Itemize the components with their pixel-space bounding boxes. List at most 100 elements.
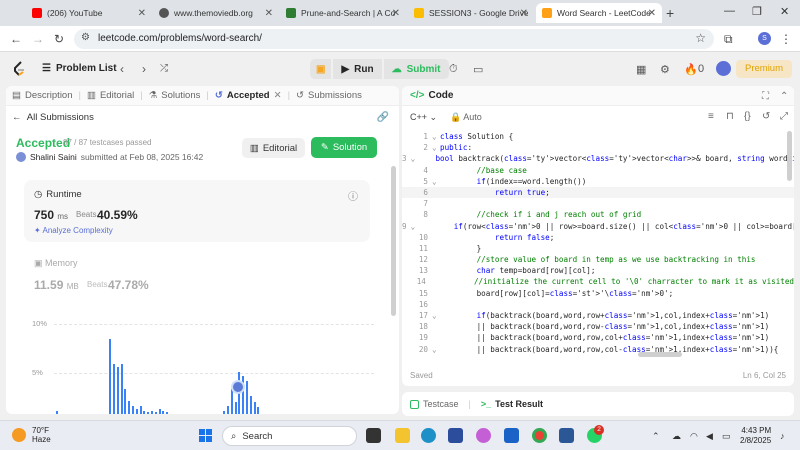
code-line[interactable]: 15 board[row][col]=class='st'>'\class='n… [402, 288, 794, 299]
format-icon[interactable]: ≡ [708, 111, 714, 122]
close-icon[interactable]: ✕ [138, 8, 146, 19]
fullscreen-icon[interactable]: ⤢ [780, 111, 788, 122]
extensions-icon[interactable]: ⧉ [724, 32, 733, 47]
browser-tab-google-drive[interactable]: SESSION3 - Google Drive ✕ [408, 3, 534, 23]
chart-bar[interactable] [120, 364, 123, 414]
reload-icon[interactable]: ↻ [54, 32, 64, 46]
app-icon[interactable] [504, 428, 519, 443]
chart-bar[interactable] [116, 367, 119, 414]
fold-icon[interactable]: ⌄ [432, 131, 438, 142]
new-tab-button[interactable]: + [666, 5, 674, 21]
horizontal-scrollbar[interactable] [638, 352, 682, 357]
tab-test-result[interactable]: >_ Test Result [481, 399, 543, 409]
notes-icon[interactable]: ▭ [473, 63, 483, 76]
code-line[interactable]: 7 [402, 198, 794, 209]
scrollbar[interactable] [391, 166, 396, 316]
close-window-icon[interactable]: ✕ [780, 5, 789, 18]
word-icon[interactable] [559, 428, 574, 443]
chrome-icon[interactable] [532, 428, 547, 443]
runtime-card[interactable]: ◷ Runtime ⓘ 750 ms Beats 40.59% ✦ Analyze… [24, 180, 370, 242]
fold-icon[interactable]: ⌄ [432, 344, 438, 355]
browser-tab-themoviedb[interactable]: www.themoviedb.org ✕ [153, 3, 279, 23]
chart-bar[interactable] [124, 389, 127, 414]
auto-mode[interactable]: 🔒 Auto [450, 112, 482, 123]
streak-fire-icon[interactable]: 🔥 [684, 63, 698, 76]
windows-start-icon[interactable] [199, 429, 213, 443]
braces-icon[interactable]: {} [744, 111, 751, 122]
task-view-icon[interactable] [366, 428, 381, 443]
code-line[interactable]: 14 //initialize the current cell to '\0'… [402, 276, 794, 287]
code-line[interactable]: 20 ⌄ || backtrack(board,word,row,col-clas… [402, 344, 794, 355]
code-line[interactable]: 2 ⌄ public: [402, 142, 794, 153]
submit-button[interactable]: ☁ Submit [383, 59, 449, 79]
vertical-scrollbar[interactable] [787, 131, 792, 181]
code-line[interactable]: 4 //base case [402, 165, 794, 176]
settings-gear-icon[interactable]: ⚙ [660, 63, 670, 76]
chevron-up-icon[interactable]: ⌃ [652, 431, 660, 442]
browser-tab-leetcode[interactable]: Word Search - LeetCode ✕ [536, 3, 662, 23]
browser-tab-prune-search[interactable]: Prune-and-Search | A Co ✕ [280, 3, 406, 23]
menu-icon[interactable]: ⋮ [780, 32, 792, 46]
shuffle-icon[interactable]: ⤮ [160, 63, 168, 74]
browser-profile-avatar[interactable]: S [758, 32, 771, 45]
chart-bar[interactable] [132, 405, 134, 414]
memory-title[interactable]: ▣ Memory [34, 258, 78, 269]
fold-icon[interactable]: ⌄ [411, 153, 416, 164]
code-line[interactable]: 13 char temp=board[row][col]; [402, 265, 794, 276]
info-icon[interactable]: ⓘ [348, 188, 358, 203]
chart-bar[interactable] [128, 400, 131, 414]
username[interactable]: Shalini Saini [30, 152, 77, 162]
tab-editorial[interactable]: ▥ Editorial [87, 90, 134, 101]
run-button[interactable]: ▶ Run [333, 59, 382, 79]
code-editor[interactable]: 1 ⌄ class Solution {2 ⌄ public: 3 ⌄ bool backt… [402, 131, 794, 361]
close-icon[interactable]: ✕ [648, 8, 656, 19]
maximize-icon[interactable]: ❐ [752, 5, 762, 18]
language-select[interactable]: C++ ⌄ [410, 112, 437, 123]
chart-bar[interactable] [162, 410, 165, 414]
tab-description[interactable]: ▤ Description [12, 90, 73, 101]
close-icon[interactable]: ✕ [274, 90, 282, 101]
avatar[interactable] [16, 152, 26, 162]
wifi-icon[interactable]: ◠ [690, 431, 698, 442]
code-line[interactable]: 19 || backtrack(board,word,row,col+class… [402, 332, 794, 343]
chart-bar[interactable] [234, 402, 237, 414]
taskbar-search[interactable]: ⌕ Search [222, 426, 357, 446]
edge-icon[interactable] [421, 428, 436, 443]
bookmark-star-icon[interactable]: ☆ [695, 31, 706, 45]
chart-bar[interactable] [158, 409, 161, 414]
user-avatar[interactable] [716, 61, 731, 76]
close-icon[interactable]: ✕ [265, 8, 273, 19]
prev-problem-icon[interactable]: ‹ [120, 62, 124, 76]
tab-testcase[interactable]: Testcase [410, 399, 459, 409]
tab-submissions[interactable]: ↺ Submissions [296, 90, 362, 101]
minimize-icon[interactable]: — [724, 5, 735, 17]
code-line[interactable]: 8 //check if i and j reach out of grid [402, 209, 794, 220]
code-line[interactable]: 10 return false; [402, 232, 794, 243]
fold-icon[interactable]: ⌄ [432, 176, 438, 187]
all-submissions-link[interactable]: ← All Submissions [12, 112, 94, 123]
leetcode-logo-icon[interactable] [12, 61, 26, 77]
browser-tab-youtube[interactable]: (206) YouTube ✕ [26, 3, 152, 23]
fold-icon[interactable]: ⌄ [411, 221, 416, 232]
bookmark-icon[interactable]: ⊓ [726, 111, 734, 122]
debug-button[interactable]: ▣ [310, 59, 332, 79]
code-line[interactable]: 11 } [402, 243, 794, 254]
premium-button[interactable]: Premium [736, 60, 793, 78]
back-icon[interactable]: ← [10, 32, 22, 46]
chart-bar[interactable] [143, 410, 146, 414]
close-icon[interactable]: ✕ [520, 8, 528, 19]
tab-solutions[interactable]: ⚗ Solutions [149, 90, 201, 101]
copilot-icon[interactable] [476, 428, 491, 443]
fold-icon[interactable]: ⌄ [432, 310, 438, 321]
analyze-complexity-link[interactable]: ✦ Analyze Complexity [34, 226, 113, 235]
code-line[interactable]: 18 || backtrack(board,word,row-class='nm… [402, 321, 794, 332]
chart-bar[interactable] [257, 407, 260, 414]
chart-bar[interactable] [139, 405, 142, 414]
chart-bar[interactable] [230, 389, 233, 414]
next-problem-icon[interactable]: › [142, 62, 146, 76]
code-line[interactable]: 16 [402, 299, 794, 310]
file-explorer-icon[interactable] [395, 428, 410, 443]
chart-bar[interactable] [135, 409, 138, 414]
collapse-icon[interactable]: ⌃ [780, 91, 788, 102]
editorial-button[interactable]: ▥ Editorial [242, 138, 305, 158]
